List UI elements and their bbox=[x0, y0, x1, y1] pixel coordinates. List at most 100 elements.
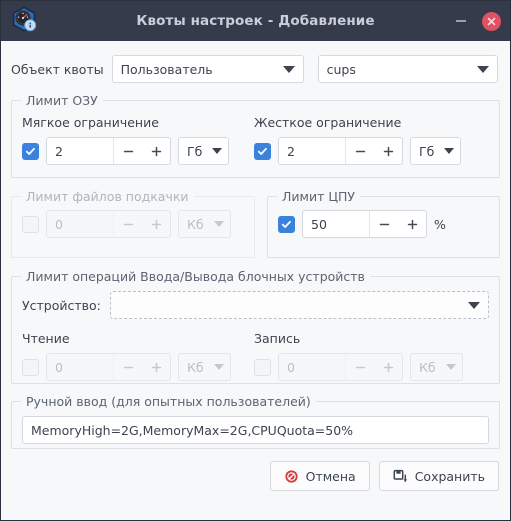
close-button[interactable] bbox=[482, 11, 501, 31]
io-read-value: 0 bbox=[47, 354, 114, 380]
io-write-label: Запись bbox=[254, 331, 301, 346]
io-read-unit-value: Кб bbox=[187, 359, 204, 375]
io-read-limit: Чтение 0 Кб bbox=[22, 331, 254, 381]
cancel-button[interactable]: Отмена bbox=[269, 461, 370, 491]
minus-icon bbox=[123, 223, 133, 225]
plus-icon bbox=[383, 146, 393, 156]
manual-input-group: Ручной ввод (для опытных пользователей) … bbox=[11, 394, 500, 449]
io-write-unit-value: Кб bbox=[419, 359, 436, 375]
ram-soft-unit-select[interactable]: Гб bbox=[178, 137, 230, 165]
ram-hard-increment-button[interactable] bbox=[374, 138, 402, 164]
io-device-label: Устройство: bbox=[22, 297, 101, 313]
io-read-label: Чтение bbox=[22, 331, 70, 346]
plus-icon bbox=[151, 362, 161, 372]
io-read-spinbox: 0 bbox=[46, 353, 171, 381]
chevron-down-icon bbox=[468, 301, 480, 309]
io-device-row: Устройство: bbox=[22, 291, 489, 319]
minus-icon bbox=[123, 366, 133, 368]
ram-hard-spinbox[interactable]: 2 bbox=[278, 137, 403, 165]
plus-icon bbox=[383, 362, 393, 372]
ram-soft-spinbox[interactable]: 2 bbox=[46, 137, 171, 165]
io-device-select[interactable] bbox=[109, 291, 489, 319]
io-write-increment-button bbox=[374, 354, 402, 380]
ram-hard-unit-select[interactable]: Гб bbox=[410, 137, 462, 165]
io-write-spinbox: 0 bbox=[278, 353, 403, 381]
chevron-down-icon bbox=[445, 364, 456, 370]
ram-soft-label: Мягкое ограничение bbox=[22, 115, 159, 130]
ram-soft-unit-value: Гб bbox=[187, 143, 203, 159]
quota-object-name-value: cups bbox=[326, 61, 356, 77]
save-disk-icon bbox=[393, 469, 407, 482]
io-write-checkbox[interactable] bbox=[254, 358, 271, 376]
save-button[interactable]: Сохранить bbox=[378, 461, 499, 491]
chevron-down-icon bbox=[476, 65, 489, 73]
io-limit-group: Лимит операций Ввода/Вывода блочных устр… bbox=[11, 269, 500, 384]
io-read-increment-button bbox=[142, 354, 170, 380]
app-icon bbox=[7, 4, 41, 38]
ram-hard-unit-value: Гб bbox=[419, 143, 435, 159]
ram-hard-limit: Жесткое ограничение 2 Гб bbox=[254, 115, 486, 165]
cpu-limit-group: Лимит ЦПУ 50 % bbox=[267, 189, 500, 258]
cpu-limit-spinbox[interactable]: 50 bbox=[302, 210, 427, 238]
window-controls bbox=[453, 11, 510, 31]
ram-soft-checkbox[interactable] bbox=[22, 142, 39, 160]
io-write-limit: Запись 0 Кб bbox=[254, 331, 486, 381]
save-button-label: Сохранить bbox=[414, 468, 485, 484]
cpu-limit-legend: Лимит ЦПУ bbox=[277, 189, 361, 204]
ram-soft-decrement-button[interactable] bbox=[114, 138, 142, 164]
io-limit-legend: Лимит операций Ввода/Вывода блочных устр… bbox=[21, 269, 370, 284]
plus-icon bbox=[151, 146, 161, 156]
io-read-checkbox[interactable] bbox=[22, 358, 39, 376]
cpu-limit-decrement-button[interactable] bbox=[370, 211, 398, 237]
ram-hard-label: Жесткое ограничение bbox=[254, 115, 402, 130]
minus-icon bbox=[355, 150, 365, 152]
ram-soft-value[interactable]: 2 bbox=[47, 138, 114, 164]
io-write-value: 0 bbox=[279, 354, 346, 380]
quota-object-row: Объект квоты Пользователь cups bbox=[11, 50, 500, 88]
ram-soft-increment-button[interactable] bbox=[142, 138, 170, 164]
plus-icon bbox=[407, 219, 417, 229]
check-icon bbox=[25, 147, 35, 155]
swap-limit-decrement-button bbox=[114, 211, 142, 237]
manual-input-legend: Ручной ввод (для опытных пользователей) bbox=[21, 394, 316, 409]
io-read-unit-select: Кб bbox=[178, 353, 231, 381]
swap-cpu-row: Лимит файлов подкачки 0 Кб Лимит ЦПУ 50 … bbox=[11, 189, 500, 258]
minus-icon bbox=[379, 223, 389, 225]
quota-object-label: Объект квоты bbox=[11, 61, 104, 77]
check-icon bbox=[281, 220, 291, 228]
swap-limit-checkbox[interactable] bbox=[22, 215, 39, 233]
ram-hard-value[interactable]: 2 bbox=[279, 138, 346, 164]
chevron-down-icon bbox=[213, 221, 224, 227]
io-write-decrement-button bbox=[346, 354, 374, 380]
minus-icon bbox=[355, 366, 365, 368]
cancel-circle-icon bbox=[285, 469, 298, 483]
ram-hard-checkbox[interactable] bbox=[254, 142, 271, 160]
ram-limit-group: Лимит ОЗУ Мягкое ограничение 2 Гб Жестко… bbox=[11, 93, 500, 178]
swap-limit-increment-button bbox=[142, 211, 170, 237]
chevron-down-icon bbox=[213, 364, 224, 370]
cpu-limit-value[interactable]: 50 bbox=[303, 211, 370, 237]
io-write-unit-select: Кб bbox=[410, 353, 463, 381]
minimize-icon bbox=[456, 20, 466, 22]
quota-object-name-select[interactable]: cups bbox=[317, 55, 498, 83]
swap-limit-spinbox: 0 bbox=[46, 210, 171, 238]
manual-input-value: MemoryHigh=2G,MemoryMax=2G,CPUQuota=50% bbox=[31, 422, 354, 438]
manual-input-field[interactable]: MemoryHigh=2G,MemoryMax=2G,CPUQuota=50% bbox=[22, 416, 489, 444]
swap-limit-value: 0 bbox=[47, 211, 114, 237]
swap-limit-group: Лимит файлов подкачки 0 Кб bbox=[11, 189, 255, 258]
close-icon bbox=[487, 17, 496, 25]
cpu-limit-checkbox[interactable] bbox=[278, 215, 295, 233]
io-read-decrement-button bbox=[114, 354, 142, 380]
plus-icon bbox=[151, 219, 161, 229]
minimize-button[interactable] bbox=[453, 13, 469, 29]
chevron-down-icon bbox=[282, 65, 295, 73]
chevron-down-icon bbox=[212, 148, 223, 154]
check-icon bbox=[257, 147, 267, 155]
titlebar: Квоты настроек - Добавление bbox=[1, 1, 510, 41]
cpu-limit-unit-label: % bbox=[434, 216, 446, 232]
quota-object-type-select[interactable]: Пользователь bbox=[111, 55, 304, 83]
dialog-footer: Отмена Сохранить bbox=[11, 461, 500, 491]
ram-hard-decrement-button[interactable] bbox=[346, 138, 374, 164]
dialog-content: Объект квоты Пользователь cups Лимит ОЗУ… bbox=[1, 41, 510, 520]
cpu-limit-increment-button[interactable] bbox=[398, 211, 426, 237]
